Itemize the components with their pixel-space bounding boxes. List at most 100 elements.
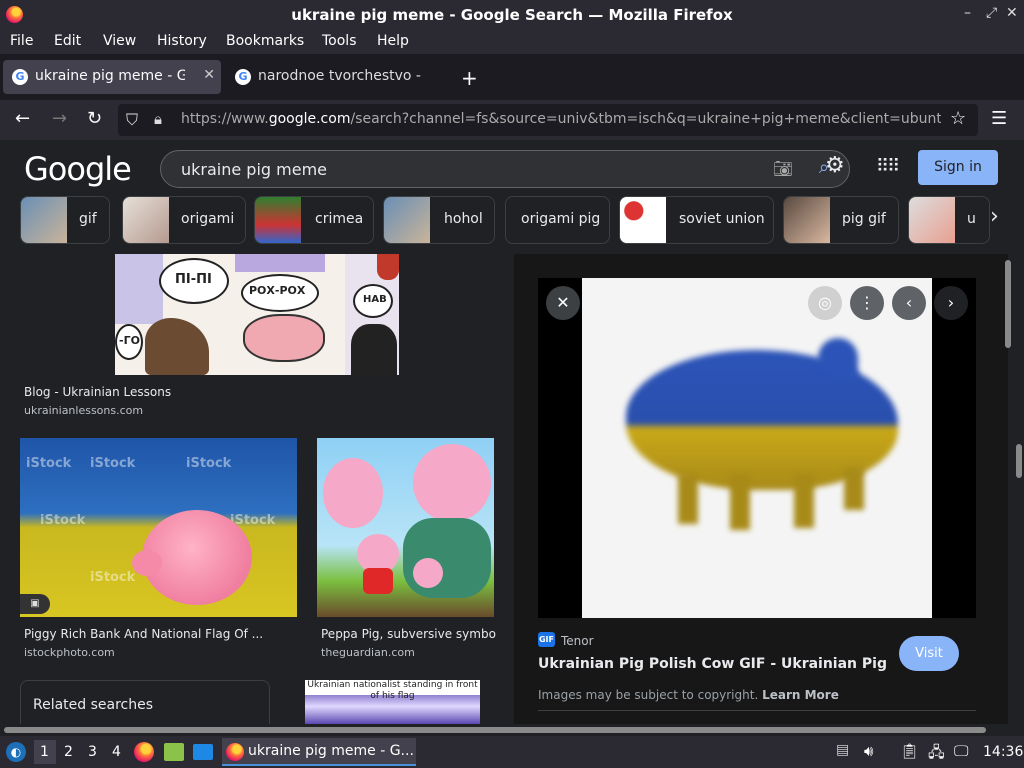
- image-results-grid: ПІ-ПІ РОХ-РОХ НАВ -ГО Blog - Ukrainian L…: [0, 254, 514, 724]
- google-header: Google ukraine pig meme 📷︎ ⌕ ⚙ ⠿⠿ Sign i…: [0, 140, 1024, 254]
- maximize-icon[interactable]: ⤢: [986, 5, 997, 21]
- close-tab-icon[interactable]: ✕: [203, 67, 215, 83]
- next-arrow-icon[interactable]: ›: [934, 286, 968, 320]
- apps-grid-icon[interactable]: ⠿⠿: [876, 156, 900, 177]
- tab-narodnoe-tvorchestvo[interactable]: G narodnoe tvorchestvo - G: [226, 60, 452, 94]
- back-arrow-icon[interactable]: ←: [15, 108, 30, 129]
- hamburger-menu-icon[interactable]: ☰: [991, 108, 1007, 129]
- learn-more-link[interactable]: Learn More: [762, 688, 839, 702]
- chevron-right-icon[interactable]: ›: [990, 204, 999, 229]
- menu-history[interactable]: History: [157, 33, 207, 49]
- google-favicon-icon: G: [12, 69, 28, 85]
- reload-icon[interactable]: ↻: [87, 108, 102, 129]
- previous-arrow-icon[interactable]: ‹: [892, 286, 926, 320]
- volume-icon[interactable]: 🔊︎: [864, 742, 873, 760]
- scrollbar-thumb-page[interactable]: [1016, 444, 1022, 478]
- horizontal-scrollbar-thumb[interactable]: [4, 727, 986, 733]
- chip-hohol[interactable]: hohol: [383, 196, 495, 244]
- result-title[interactable]: Blog - Ukrainian Lessons: [24, 385, 171, 399]
- menu-file[interactable]: File: [10, 33, 33, 49]
- chip-origami[interactable]: origami: [122, 196, 246, 244]
- camera-icon[interactable]: 📷︎: [773, 159, 793, 178]
- menu-help[interactable]: Help: [377, 33, 409, 49]
- chip-gif[interactable]: gif: [20, 196, 110, 244]
- google-logo[interactable]: Google: [24, 150, 132, 188]
- lens-search-icon[interactable]: ◎: [808, 286, 842, 320]
- workspace-2[interactable]: 2: [64, 744, 73, 760]
- preview-image-frame: ✕ ◎ ⋮ ‹ ›: [538, 278, 976, 618]
- chip-origami-pig[interactable]: origami pig: [505, 196, 610, 244]
- preview-title[interactable]: Ukrainian Pig Polish Cow GIF - Ukrainian…: [538, 656, 888, 672]
- preview-image-pig[interactable]: [582, 278, 932, 618]
- window-title: ukraine pig meme - Google Search — Mozil…: [291, 6, 733, 24]
- shield-icon[interactable]: ⛉: [126, 110, 138, 130]
- chip-thumbnail: [620, 197, 666, 243]
- source-badge-icon: GIF: [538, 632, 555, 647]
- result-source[interactable]: ukrainianlessons.com: [24, 404, 143, 417]
- chip-thumbnail: [255, 197, 301, 243]
- chip-pig-gif[interactable]: pig gif: [783, 196, 899, 244]
- preview-source-name[interactable]: Tenor: [561, 634, 594, 648]
- result-image-nationalist[interactable]: Ukrainian nationalist standing in front …: [305, 680, 480, 724]
- tab-label: narodnoe tvorchestvo - G: [258, 68, 423, 84]
- related-searches-card[interactable]: Related searches: [20, 680, 270, 724]
- workspace-1[interactable]: 1: [40, 744, 49, 760]
- workspace-4[interactable]: 4: [112, 744, 121, 760]
- more-options-icon[interactable]: ⋮: [850, 286, 884, 320]
- scrollbar-thumb-preview[interactable]: [1005, 260, 1011, 348]
- chip-more[interactable]: u: [908, 196, 990, 244]
- result-image-peppa-pig[interactable]: [317, 438, 494, 617]
- window-titlebar: ukraine pig meme - Google Search — Mozil…: [0, 0, 1024, 30]
- desktop-icon[interactable]: [193, 744, 213, 760]
- workspace-3[interactable]: 3: [88, 744, 97, 760]
- menu-view[interactable]: View: [103, 33, 136, 49]
- navigation-toolbar: ← → ↻ ⛉ 🔒︎ https://www.google.com/search…: [0, 100, 1024, 140]
- tab-ukraine-pig-meme[interactable]: G ukraine pig meme - Goog ✕: [3, 60, 221, 94]
- taskbar-window-firefox[interactable]: ukraine pig meme - G...: [222, 738, 416, 766]
- network-icon[interactable]: 🖧︎: [928, 742, 945, 767]
- settings-gear-icon[interactable]: ⚙: [825, 153, 845, 178]
- file-manager-icon[interactable]: [164, 743, 184, 761]
- result-image-piggy-bank[interactable]: iStock iStock iStock iStock iStock iStoc…: [20, 438, 297, 617]
- bookmark-star-icon[interactable]: ☆: [950, 108, 966, 129]
- sign-in-button[interactable]: Sign in: [918, 150, 998, 185]
- result-title[interactable]: Peppa Pig, subversive symbo...: [321, 627, 496, 641]
- close-window-icon[interactable]: ✕: [1006, 5, 1018, 21]
- url-text[interactable]: https://www.google.com/search?channel=fs…: [181, 111, 941, 127]
- chip-thumbnail: [909, 197, 955, 243]
- close-preview-icon[interactable]: ✕: [546, 286, 580, 320]
- clipboard-icon[interactable]: 📋︎: [900, 742, 919, 760]
- menu-edit[interactable]: Edit: [54, 33, 81, 49]
- chip-soviet-union[interactable]: soviet union: [619, 196, 774, 244]
- forward-arrow-icon[interactable]: →: [52, 108, 67, 129]
- menu-tools[interactable]: Tools: [322, 33, 357, 49]
- visit-button[interactable]: Visit: [899, 636, 959, 671]
- vertical-scrollbar[interactable]: [1004, 254, 1024, 724]
- search-input[interactable]: ukraine pig meme: [181, 160, 327, 179]
- result-image-comic[interactable]: ПІ-ПІ РОХ-РОХ НАВ -ГО: [115, 254, 399, 375]
- tab-label: ukraine pig meme - Goog: [35, 68, 185, 84]
- lock-icon[interactable]: 🔒︎: [154, 110, 162, 128]
- chip-crimea[interactable]: crimea: [254, 196, 374, 244]
- display-icon[interactable]: 🖵︎: [954, 742, 968, 760]
- divider: [538, 710, 976, 711]
- result-source[interactable]: istockphoto.com: [24, 646, 115, 659]
- result-source[interactable]: theguardian.com: [321, 646, 415, 659]
- minimize-icon[interactable]: –: [964, 5, 971, 21]
- url-bar[interactable]: ⛉ 🔒︎ https://www.google.com/search?chann…: [118, 104, 978, 136]
- tray-notes-icon[interactable]: ▤: [836, 742, 849, 758]
- chip-thumbnail: [123, 197, 169, 243]
- google-favicon-icon: G: [235, 69, 251, 85]
- search-box[interactable]: ukraine pig meme 📷︎ ⌕: [160, 150, 850, 188]
- menu-bar: File Edit View History Bookmarks Tools H…: [0, 30, 1024, 54]
- menu-bookmarks[interactable]: Bookmarks: [226, 33, 304, 49]
- clock[interactable]: 14:36: [983, 744, 1023, 760]
- new-tab-icon[interactable]: +: [461, 66, 478, 90]
- horizontal-scrollbar[interactable]: [0, 724, 1004, 736]
- result-title[interactable]: Piggy Rich Bank And National Flag Of ...: [24, 627, 294, 641]
- firefox-launcher-icon[interactable]: [134, 742, 154, 762]
- start-menu-icon[interactable]: ◐: [6, 742, 26, 762]
- chip-thumbnail: [384, 197, 430, 243]
- image-preview-panel: ✕ ◎ ⋮ ‹ › GIF Tenor Ukrainian Pig Polish…: [514, 254, 1004, 724]
- related-searches-title: Related searches: [33, 697, 154, 713]
